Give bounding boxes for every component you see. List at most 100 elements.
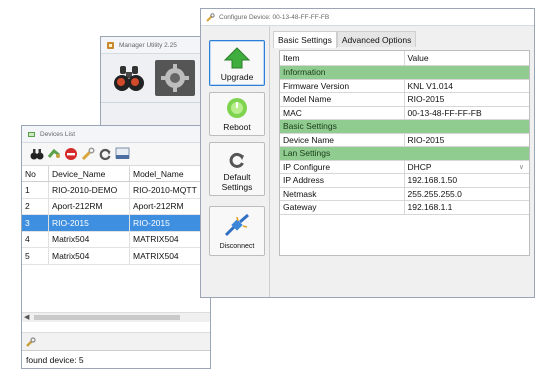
default-settings-label-2: Settings [221,182,253,192]
model-value: RIO-2015 [404,92,529,107]
upgrade-button[interactable]: Upgrade [209,40,265,86]
devices-bottom-toolbar [22,332,210,351]
devices-table: No Device_Name Model_Name 1 RIO-2010-DEM… [22,166,210,265]
row-device-name: RIO-2015 [48,214,130,232]
gateway-label: Gateway [280,200,405,215]
model-row: Model Name RIO-2015 [280,92,529,107]
html-icon[interactable] [115,147,130,161]
devices-app-icon [27,130,36,139]
table-row[interactable]: 2 Aport-212RM Aport-212RM [22,198,210,215]
netmask-row[interactable]: Netmask 255.255.255.0 [280,187,529,201]
configure-titlebar: Configure Device: 00-13-48-FF-FF-FB [201,9,534,26]
chevron-down-icon[interactable]: ∨ [519,163,526,171]
section-label: Information [280,65,529,80]
ip-configure-row[interactable]: IP Configure DHCP ∨ [280,160,529,174]
devices-list-window: Devices List No Device_Name Model_Name 1… [21,125,211,369]
settings-button[interactable] [155,60,195,96]
scrollbar-thumb[interactable] [34,315,180,320]
disconnect-label: Disconnect [219,243,255,250]
tool-icon[interactable] [26,337,36,347]
section-basic-settings: Basic Settings [280,119,529,134]
table-row[interactable]: 4 Matrix504 MATRIX504 [22,231,210,248]
disconnect-button[interactable]: Disconnect [209,206,265,256]
disconnect-plug-icon [224,213,249,237]
default-settings-label-1: Default [223,172,251,182]
devices-toolbar [22,143,210,166]
configure-app-icon [206,12,215,22]
reboot-icon [227,98,247,118]
ip-configure-select[interactable]: DHCP ∨ [404,160,529,174]
section-information: Information [280,65,529,80]
refresh-icon[interactable] [98,147,112,161]
row-model-name: RIO-2010-MQTT [129,181,210,199]
item-column-header: Item [280,51,405,66]
configure-device-window: Configure Device: 00-13-48-FF-FF-FB Upgr… [200,8,535,298]
device-name-row[interactable]: Device Name RIO-2015 [280,133,529,147]
row-model-name: RIO-2015 [129,214,210,232]
col-no-header[interactable]: No [22,166,49,182]
ip-address-label: IP Address [280,173,405,188]
device-name-field[interactable]: RIO-2015 [404,133,529,147]
app-icon [106,41,115,50]
firmware-row: Firmware Version KNL V1.014 [280,79,529,93]
settings-table: Item Value Information Firmware Version … [280,51,529,215]
section-label: Basic Settings [280,119,529,134]
firmware-value: KNL V1.014 [404,79,529,93]
upgrade-arrow-icon [224,47,250,69]
tool-icon[interactable] [81,147,95,161]
search-devices-button[interactable] [109,60,149,96]
row-device-name: Aport-212RM [48,198,130,215]
netmask-field[interactable]: 255.255.255.0 [404,187,529,201]
row-model-name: MATRIX504 [129,231,210,248]
manager-title: Manager Utility 2.25 [119,41,177,49]
ip-configure-label: IP Configure [280,160,405,174]
default-settings-button[interactable]: Default Settings [209,142,265,196]
action-sidebar: Upgrade Reboot Default Settings Disconne… [201,26,270,297]
row-device-name: Matrix504 [48,247,130,265]
scroll-left-icon[interactable]: ◀ [24,313,29,321]
devices-titlebar: Devices List [22,126,210,143]
settings-grid: Item Value Information Firmware Version … [279,50,530,256]
row-model-name: MATRIX504 [129,247,210,265]
ip-address-row[interactable]: IP Address 192.168.1.50 [280,173,529,188]
device-name-label: Device Name [280,133,405,147]
binoculars-icon [114,66,144,91]
value-column-header: Value [404,51,529,66]
ip-configure-value: DHCP [407,161,432,172]
table-row[interactable]: 5 Matrix504 MATRIX504 [22,247,210,265]
configure-title: Configure Device: 00-13-48-FF-FF-FB [219,13,330,21]
mac-row: MAC 00-13-48-FF-FF-FB [280,106,529,120]
row-device-name: RIO-2010-DEMO [48,181,130,199]
row-no: 3 [22,214,49,232]
settings-tabs: Basic Settings Advanced Options [273,31,417,48]
stop-icon[interactable] [64,147,78,161]
horizontal-scrollbar[interactable]: ◀ [22,312,210,322]
ip-address-field[interactable]: 192.168.1.50 [404,173,529,188]
gateway-field[interactable]: 192.168.1.1 [404,200,529,215]
row-model-name: Aport-212RM [129,198,210,215]
netmask-label: Netmask [280,187,405,201]
section-label: Lan Settings [280,146,529,161]
row-device-name: Matrix504 [48,231,130,248]
tab-basic-settings[interactable]: Basic Settings [273,31,337,48]
upgrade-label: Upgrade [220,72,254,82]
devices-title: Devices List [40,130,76,138]
refresh-icon [229,152,244,168]
reboot-button[interactable]: Reboot [209,92,265,136]
gateway-row[interactable]: Gateway 192.168.1.1 [280,200,529,215]
devices-table-header: No Device_Name Model_Name [22,166,210,182]
col-device-name-header[interactable]: Device_Name [48,166,130,182]
mac-label: MAC [280,106,405,120]
table-row[interactable]: 1 RIO-2010-DEMO RIO-2010-MQTT [22,181,210,199]
firmware-label: Firmware Version [280,79,405,93]
col-model-name-header[interactable]: Model_Name [129,166,210,182]
model-label: Model Name [280,92,405,107]
mac-value: 00-13-48-FF-FF-FB [404,106,529,120]
table-row-selected[interactable]: 3 RIO-2015 RIO-2015 [22,214,210,232]
row-no: 4 [22,231,49,248]
search-icon[interactable] [30,147,44,161]
row-no: 5 [22,247,49,265]
tab-advanced-options[interactable]: Advanced Options [336,31,417,47]
connect-icon[interactable] [47,147,61,161]
section-lan-settings: Lan Settings [280,146,529,161]
